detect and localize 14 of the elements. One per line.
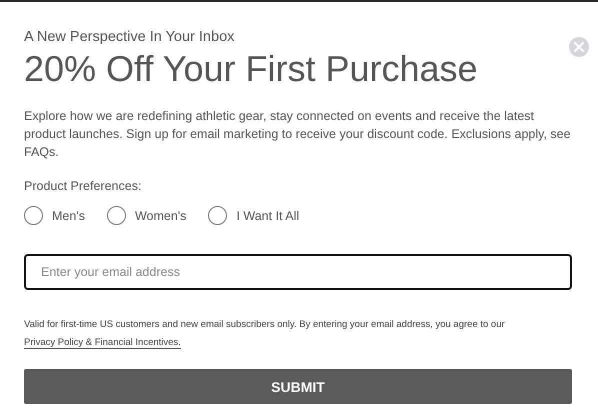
legal-text: Valid for first-time US customers and new email subscribers only. By entering your email address, you agree to our Privacy Policy & Financial Incentives. — [24, 318, 506, 351]
radio-circle[interactable] — [24, 206, 43, 225]
radio-option[interactable]: Men's — [24, 206, 85, 225]
submit-button[interactable]: SUBMIT — [24, 369, 572, 404]
radio-option[interactable]: Women's — [106, 206, 186, 225]
eyebrow-text: A New Perspective In Your Inbox — [24, 29, 236, 45]
email-field[interactable]: Enter your email address — [24, 254, 572, 290]
dialog-title: 20% Off Your First Purchase — [24, 49, 479, 89]
description-text: Explore how we are redefining athletic gear, stay connected on events and receive the latest product launches. Sign up for email marketing to receive your discount code. Exclusions apply, see FAQs. — [24, 108, 572, 161]
radio-circle[interactable] — [208, 206, 228, 225]
preferences-label: Product Preferences: — [24, 179, 142, 193]
radio-circle[interactable] — [106, 206, 126, 225]
privacy-link[interactable]: Privacy Policy & Financial Incentives. — [24, 337, 181, 349]
radio-option[interactable]: I Want It All — [208, 206, 300, 225]
